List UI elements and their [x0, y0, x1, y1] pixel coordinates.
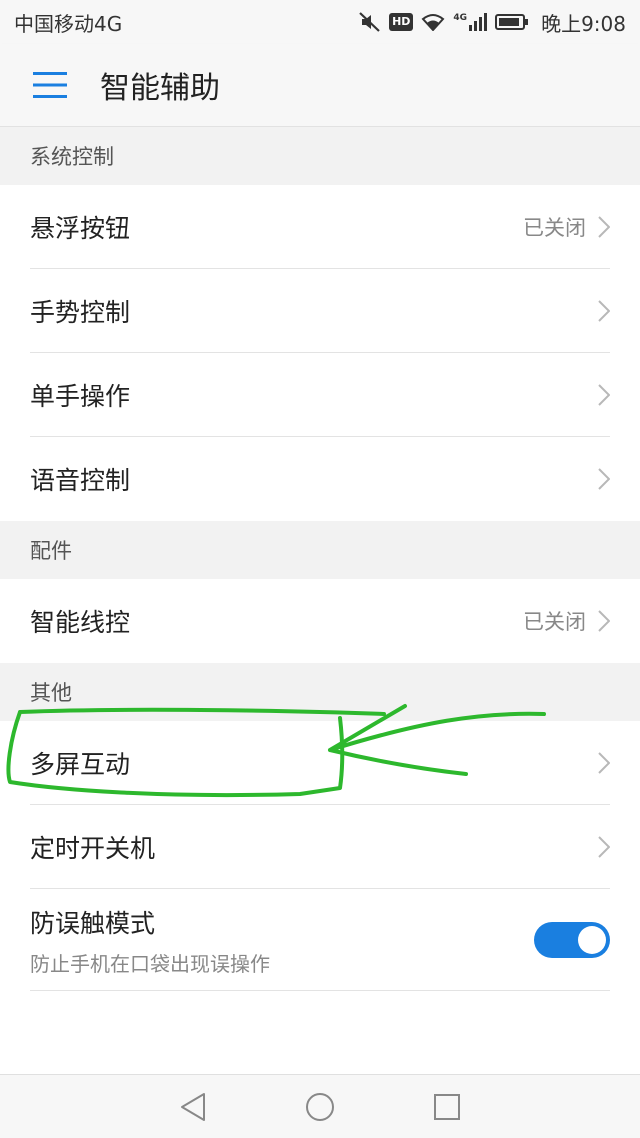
setting-row-pocket-mode[interactable]: 防误触模式 防止手机在口袋出现误操作	[0, 889, 640, 991]
setting-label: 悬浮按钮	[30, 214, 131, 243]
setting-row-one-hand-mode[interactable]: 单手操作	[0, 353, 640, 437]
app-bar: 智能辅助	[0, 44, 640, 127]
chevron-right-icon	[598, 836, 610, 858]
signal-icon: 4G	[453, 13, 488, 31]
setting-value: 已关闭	[523, 216, 586, 240]
battery-icon	[495, 14, 529, 30]
chevron-right-icon	[598, 752, 610, 774]
setting-label: 智能线控	[30, 608, 131, 637]
clock: 晚上9:08	[541, 11, 626, 36]
mute-icon	[359, 12, 380, 32]
navigation-bar	[0, 1074, 640, 1138]
setting-row-multi-screen[interactable]: 多屏互动	[0, 721, 640, 805]
chevron-right-icon	[598, 300, 610, 322]
setting-row-smart-remote[interactable]: 智能线控 已关闭	[0, 579, 640, 663]
section-header-other: 其他	[0, 663, 640, 721]
wifi-icon	[421, 14, 445, 31]
menu-button[interactable]	[0, 44, 100, 126]
settings-list: 系统控制 悬浮按钮 已关闭 手势控制 单手操作 语音控制 配件 智能线控 已关闭…	[0, 127, 640, 991]
home-button[interactable]	[290, 1077, 350, 1137]
setting-label: 多屏互动	[30, 750, 131, 779]
section-header-accessories: 配件	[0, 521, 640, 579]
chevron-right-icon	[598, 468, 610, 490]
page-title: 智能辅助	[100, 71, 220, 106]
carrier-label: 中国移动4G	[14, 11, 123, 36]
home-circle-icon	[305, 1092, 334, 1121]
back-triangle-icon	[181, 1092, 206, 1121]
setting-value: 已关闭	[523, 610, 586, 634]
hamburger-menu-icon	[33, 72, 67, 98]
setting-label: 定时开关机	[30, 834, 156, 863]
hd-icon: HD	[389, 13, 414, 31]
recents-square-icon	[433, 1093, 460, 1120]
setting-row-floating-button[interactable]: 悬浮按钮 已关闭	[0, 185, 640, 269]
toggle-knob	[578, 926, 606, 954]
setting-label: 单手操作	[30, 382, 131, 411]
setting-row-voice-control[interactable]: 语音控制	[0, 437, 640, 521]
back-button[interactable]	[163, 1077, 223, 1137]
setting-label: 防误触模式	[30, 908, 156, 938]
status-icons: HD 4G 晚上9:08	[359, 8, 626, 37]
status-bar: 中国移动4G HD 4G 晚上9:08	[0, 0, 640, 44]
chevron-right-icon	[598, 216, 610, 238]
chevron-right-icon	[598, 384, 610, 406]
setting-subtitle: 防止手机在口袋出现误操作	[30, 951, 270, 976]
pocket-mode-toggle[interactable]	[534, 922, 610, 958]
setting-label: 语音控制	[30, 466, 131, 495]
recents-button[interactable]	[417, 1077, 477, 1137]
setting-label: 手势控制	[30, 298, 131, 327]
setting-row-scheduled-power[interactable]: 定时开关机	[0, 805, 640, 889]
chevron-right-icon	[598, 610, 610, 632]
setting-row-gesture-control[interactable]: 手势控制	[0, 269, 640, 353]
section-header-system: 系统控制	[0, 127, 640, 185]
